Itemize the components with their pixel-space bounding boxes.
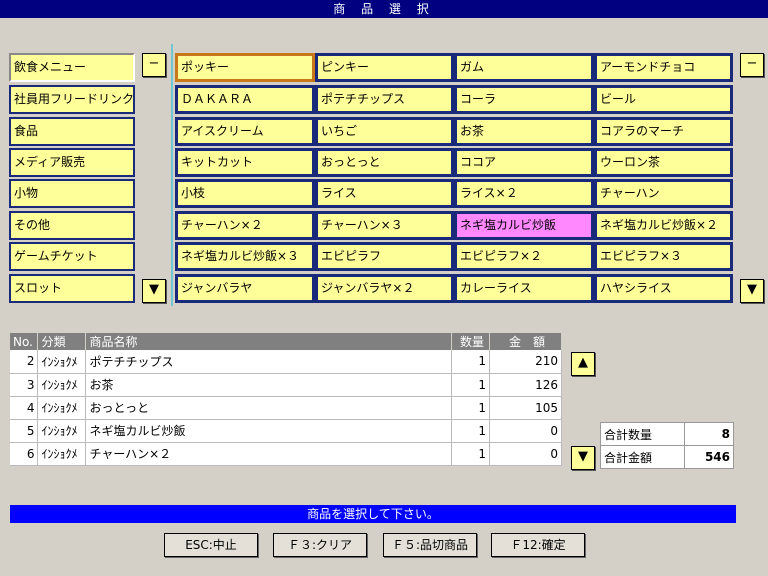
product-button[interactable]: ココア — [454, 148, 594, 177]
category-button-media[interactable]: メディア販売 — [9, 148, 135, 177]
table-row[interactable]: 2 ｲﾝｼｮｸﾒ ポテチチップス 1 210 — [10, 350, 562, 374]
f5-sold-out-button[interactable]: Ｆ５:品切商品 — [383, 533, 477, 557]
order-table: No. 分類 商品名称 数量 金 額 2 ｲﾝｼｮｸﾒ ポテチチップス 1 21… — [10, 333, 562, 466]
table-scroll-up-button[interactable]: ▲ — [571, 352, 595, 376]
row-category: ｲﾝｼｮｸﾒ — [37, 396, 87, 420]
product-button[interactable]: アーモンドチョコ — [594, 53, 733, 82]
category-button-staff-free-drink[interactable]: 社員用フリードリンク — [9, 85, 135, 114]
product-button[interactable]: お茶 — [454, 117, 594, 146]
window-title: 商 品 選 択 — [0, 0, 768, 18]
row-no: 5 — [10, 419, 39, 443]
row-amount: 105 — [489, 396, 562, 420]
product-button[interactable]: ピンキー — [315, 53, 454, 82]
category-button-slot[interactable]: スロット — [9, 274, 135, 303]
row-no: 6 — [10, 442, 39, 466]
row-product-name: チャーハン×２ — [85, 442, 453, 466]
row-category: ｲﾝｼｮｸﾒ — [37, 373, 87, 397]
table-scroll-down-button[interactable]: ▼ — [571, 446, 595, 470]
row-category: ｲﾝｼｮｸﾒ — [37, 350, 87, 374]
product-button[interactable]: キットカット — [175, 148, 315, 177]
category-button-food[interactable]: 食品 — [9, 117, 135, 146]
category-button-game-ticket[interactable]: ゲームチケット — [9, 242, 135, 271]
product-button[interactable]: ポッキー — [175, 53, 315, 82]
row-category: ｲﾝｼｮｸﾒ — [37, 442, 87, 466]
row-product-name: お茶 — [85, 373, 453, 397]
product-button[interactable]: ポテチチップス — [315, 85, 454, 114]
category-button-goods[interactable]: 小物 — [9, 179, 135, 208]
total-quantity-value: 8 — [684, 422, 734, 446]
header-product-name: 商品名称 — [85, 333, 453, 350]
product-button[interactable]: エビピラフ — [315, 242, 454, 271]
product-collapse-button[interactable]: − — [740, 53, 764, 77]
product-button[interactable]: エビピラフ×２ — [454, 242, 594, 271]
row-product-name: ポテチチップス — [85, 350, 453, 374]
esc-cancel-button[interactable]: ESC:中止 — [164, 533, 258, 557]
row-quantity: 1 — [451, 350, 491, 374]
row-no: 2 — [10, 350, 39, 374]
table-row[interactable]: 3 ｲﾝｼｮｸﾒ お茶 1 126 — [10, 373, 562, 397]
summary-table: 合計数量 8 合計金額 546 — [599, 422, 734, 469]
f12-confirm-button[interactable]: Ｆ12:確定 — [491, 533, 585, 557]
product-button[interactable]: チャーハン — [594, 179, 733, 208]
product-button[interactable]: 小枝 — [175, 179, 315, 208]
f3-clear-button[interactable]: Ｆ３:クリア — [273, 533, 367, 557]
total-amount-value: 546 — [684, 445, 734, 469]
order-table-header: No. 分類 商品名称 数量 金 額 — [10, 333, 562, 350]
row-quantity: 1 — [451, 373, 491, 397]
product-button[interactable]: アイスクリーム — [175, 117, 315, 146]
product-button[interactable]: ライス×２ — [454, 179, 594, 208]
product-button[interactable]: カレーライス — [454, 274, 594, 303]
product-button[interactable]: ライス — [315, 179, 454, 208]
table-row[interactable]: 4 ｲﾝｼｮｸﾒ おっとっと 1 105 — [10, 396, 562, 420]
row-amount: 126 — [489, 373, 562, 397]
category-collapse-button[interactable]: − — [142, 53, 166, 77]
header-quantity: 数量 — [451, 333, 491, 350]
product-button[interactable]: ウーロン茶 — [594, 148, 733, 177]
table-row[interactable]: 5 ｲﾝｼｮｸﾒ ネギ塩カルビ炒飯 1 0 — [10, 419, 562, 443]
product-button[interactable]: チャーハン×３ — [315, 211, 454, 240]
header-amount: 金 額 — [489, 333, 562, 350]
row-no: 3 — [10, 373, 39, 397]
product-button[interactable]: ビール — [594, 85, 733, 114]
total-amount-label: 合計金額 — [599, 445, 686, 469]
category-button-other[interactable]: その他 — [9, 211, 135, 240]
product-button[interactable]: チャーハン×２ — [175, 211, 315, 240]
total-quantity-label: 合計数量 — [599, 422, 686, 446]
row-amount: 210 — [489, 350, 562, 374]
row-quantity: 1 — [451, 442, 491, 466]
product-button[interactable]: コアラのマーチ — [594, 117, 733, 146]
product-button[interactable]: コーラ — [454, 85, 594, 114]
product-button[interactable]: ネギ塩カルビ炒飯×３ — [175, 242, 315, 271]
row-quantity: 1 — [451, 396, 491, 420]
row-quantity: 1 — [451, 419, 491, 443]
product-button[interactable]: ジャンバラヤ — [175, 274, 315, 303]
product-button[interactable]: ハヤシライス — [594, 274, 733, 303]
table-row[interactable]: 6 ｲﾝｼｮｸﾒ チャーハン×２ 1 0 — [10, 442, 562, 466]
status-bar: 商品を選択して下さい。 — [10, 505, 736, 523]
header-no: No. — [10, 333, 39, 350]
category-button-food-menu[interactable]: 飲食メニュー — [9, 53, 135, 82]
product-button[interactable]: いちご — [315, 117, 454, 146]
product-scroll-down-button[interactable]: ▼ — [740, 279, 764, 303]
row-amount: 0 — [489, 419, 562, 443]
row-amount: 0 — [489, 442, 562, 466]
row-product-name: ネギ塩カルビ炒飯 — [85, 419, 453, 443]
header-category: 分類 — [37, 333, 87, 350]
product-button[interactable]: ＤＡＫＡＲＡ — [175, 85, 315, 114]
panel-divider — [171, 44, 173, 306]
row-category: ｲﾝｼｮｸﾒ — [37, 419, 87, 443]
row-product-name: おっとっと — [85, 396, 453, 420]
product-button-highlighted[interactable]: ネギ塩カルビ炒飯 — [454, 211, 594, 240]
product-button[interactable]: ジャンバラヤ×２ — [315, 274, 454, 303]
product-button[interactable]: おっとっと — [315, 148, 454, 177]
category-list: 飲食メニュー 社員用フリードリンク 食品 メディア販売 小物 その他 ゲームチケ… — [9, 53, 135, 309]
product-button[interactable]: ガム — [454, 53, 594, 82]
product-button[interactable]: エビピラフ×３ — [594, 242, 733, 271]
product-button[interactable]: ネギ塩カルビ炒飯×２ — [594, 211, 733, 240]
row-no: 4 — [10, 396, 39, 420]
category-scroll-down-button[interactable]: ▼ — [142, 279, 166, 303]
